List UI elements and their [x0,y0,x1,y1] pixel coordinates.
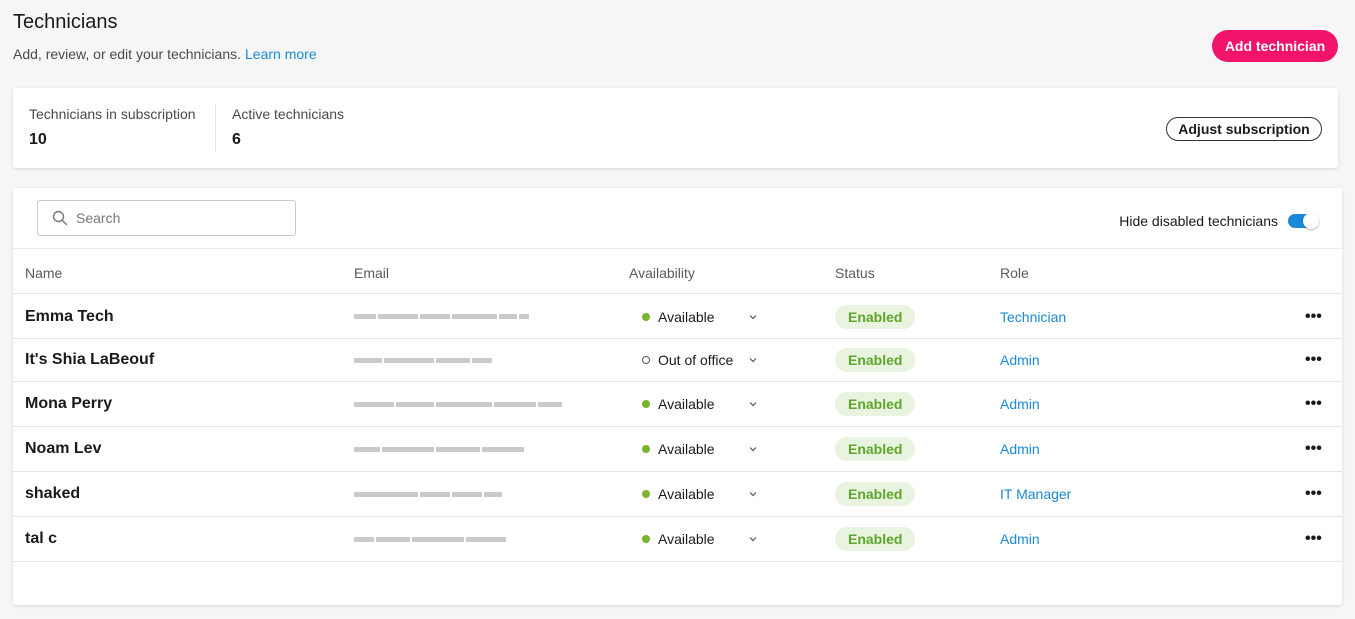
availability-value: Available [658,486,715,502]
away-dot-icon [642,356,650,364]
technician-name[interactable]: Emma Tech [25,308,114,326]
role-link[interactable]: Technician [1000,309,1066,325]
learn-more-link[interactable]: Learn more [245,46,317,62]
table-row[interactable]: Emma Tech Available Enabled Technician •… [13,295,1342,339]
search-box[interactable] [37,200,296,236]
search-icon [52,210,68,226]
status-badge: Enabled [835,482,916,506]
page-subtitle: Add, review, or edit your technicians. Le… [13,46,317,62]
subtitle-text: Add, review, or edit your technicians. [13,46,242,62]
active-value: 6 [232,131,241,148]
availability-value: Available [658,441,715,457]
toggle-knob[interactable] [1303,213,1319,229]
more-horizontal-icon[interactable]: ••• [1305,530,1322,548]
table-row[interactable]: shaked Available Enabled IT Manager ••• [13,472,1342,517]
subscription-label: Technicians in subscription [29,106,196,122]
column-header-availability[interactable]: Availability [629,265,695,281]
chevron-down-icon [749,358,757,363]
search-input[interactable] [76,210,276,226]
availability-value: Available [658,531,715,547]
chevron-down-icon [749,447,757,452]
availability-dropdown[interactable]: Available [642,441,758,457]
availability-dropdown[interactable]: Out of office [642,352,758,368]
chevron-down-icon [749,492,757,497]
status-badge: Enabled [835,392,916,416]
active-stat: Active technicians 6 [232,106,344,149]
more-horizontal-icon[interactable]: ••• [1305,440,1322,458]
adjust-subscription-button[interactable]: Adjust subscription [1166,117,1322,141]
status-badge: Enabled [835,304,916,329]
available-dot-icon [642,400,650,408]
subscription-stat: Technicians in subscription 10 [29,106,196,149]
availability-value: Out of office [658,352,734,368]
subscription-summary-card: Technicians in subscription 10 Active te… [13,88,1338,168]
available-dot-icon [642,535,650,543]
column-header-email[interactable]: Email [354,265,389,281]
email-redacted [354,489,502,499]
more-horizontal-icon[interactable]: ••• [1305,395,1322,413]
technician-name[interactable]: tal c [25,530,57,548]
status-badge: Enabled [835,348,916,372]
chevron-down-icon [749,402,757,407]
column-header-status[interactable]: Status [835,265,875,281]
column-header-role[interactable]: Role [1000,265,1029,281]
hide-disabled-label: Hide disabled technicians [1119,213,1278,229]
table-row[interactable]: Mona Perry Available Enabled Admin ••• [13,382,1342,427]
available-dot-icon [642,490,650,498]
email-redacted [354,312,529,322]
role-link[interactable]: Admin [1000,396,1040,412]
more-horizontal-icon[interactable]: ••• [1305,308,1322,326]
more-horizontal-icon[interactable]: ••• [1305,485,1322,503]
page-title: Technicians [13,11,118,33]
status-badge: Enabled [835,527,916,551]
chevron-down-icon [749,314,757,319]
role-link[interactable]: Admin [1000,352,1040,368]
technician-name[interactable]: Mona Perry [25,395,112,413]
subscription-value: 10 [29,131,47,148]
availability-value: Available [658,396,715,412]
email-redacted [354,534,506,544]
technicians-table-card: Hide disabled technicians Name Email Ava… [13,188,1342,605]
technician-name[interactable]: It's Shia LaBeouf [25,351,154,369]
role-link[interactable]: Admin [1000,441,1040,457]
hide-disabled-toggle[interactable] [1288,213,1319,229]
table-header: Name Email Availability Status Role [13,249,1342,294]
table-row[interactable]: tal c Available Enabled Admin ••• [13,517,1342,562]
chevron-down-icon [749,537,757,542]
add-technician-button[interactable]: Add technician [1212,30,1338,62]
availability-dropdown[interactable]: Available [642,396,758,412]
availability-dropdown[interactable]: Available [642,531,758,547]
availability-dropdown[interactable]: Available [642,309,758,325]
hide-disabled-control: Hide disabled technicians [1119,213,1319,229]
more-horizontal-icon[interactable]: ••• [1305,351,1322,369]
status-badge: Enabled [835,437,916,461]
table-row[interactable]: It's Shia LaBeouf Out of office Enabled … [13,339,1342,382]
email-redacted [354,399,562,409]
column-header-name[interactable]: Name [25,265,62,281]
role-link[interactable]: Admin [1000,531,1040,547]
available-dot-icon [642,445,650,453]
availability-dropdown[interactable]: Available [642,486,758,502]
email-redacted [354,444,524,454]
available-dot-icon [642,312,650,321]
table-row[interactable]: Noam Lev Available Enabled Admin ••• [13,427,1342,472]
role-link[interactable]: IT Manager [1000,486,1071,502]
availability-value: Available [658,308,715,325]
technician-name[interactable]: Noam Lev [25,440,101,458]
technician-name[interactable]: shaked [25,485,80,503]
email-redacted [354,355,492,365]
stat-divider [215,104,216,152]
active-label: Active technicians [232,106,345,122]
